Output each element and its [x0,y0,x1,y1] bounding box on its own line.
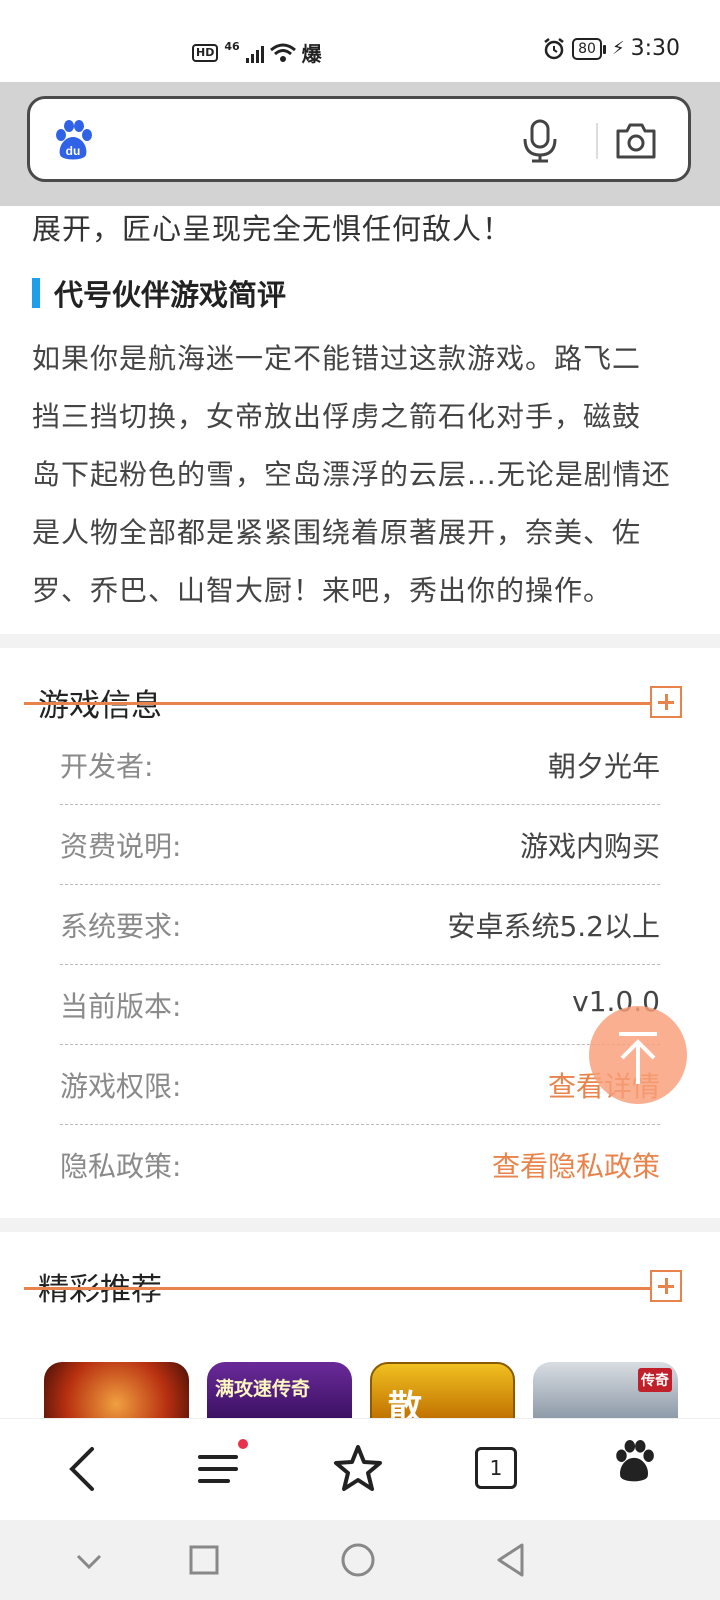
section-separator [0,1218,720,1232]
system-nav-bar [0,1520,720,1600]
info-row-permissions: 游戏权限: 查看详情 [60,1045,660,1125]
review-heading: 代号伙伴游戏简评 [32,272,286,314]
recommend-game-label: 满攻速传奇 [215,1378,311,1400]
alarm-icon [544,37,564,59]
svg-text:du: du [66,144,81,158]
review-text: 如果你是航海迷一定不能错过这款游戏。路飞二 挡三挡切换，女帝放出俘虏之箭石化对手… [32,330,692,620]
status-extra-icon: 爆 [301,42,322,66]
charging-icon: ⚡ [611,38,625,59]
title-line [24,1287,652,1290]
info-label: 系统要求: [60,910,182,943]
recommend-game-icon[interactable]: 散 [370,1362,515,1422]
search-bar[interactable]: du [27,96,691,182]
review-line: 岛下起粉色的雪，空岛漂浮的云层...无论是剧情还 [32,458,671,491]
camera-icon[interactable] [614,121,658,161]
recommend-game-icon[interactable] [44,1362,189,1422]
baidu-paw-icon[interactable]: du [52,119,94,163]
info-label: 开发者: [60,750,154,783]
privacy-policy-link[interactable]: 查看隐私政策 [492,1145,660,1185]
title-line [24,702,652,705]
baidu-home-button[interactable] [612,1439,672,1499]
info-label: 当前版本: [60,990,182,1023]
expand-plus-icon[interactable] [650,686,682,718]
review-line: 罗、乔巴、山智大厨！来吧，秀出你的操作。 [32,574,613,607]
info-row-version: 当前版本: v1.0.0 [60,965,660,1045]
heading-accent-bar [32,278,40,308]
tabs-icon: 1 [475,1447,517,1489]
back-to-top-button[interactable] [589,1006,687,1104]
review-line: 如果你是航海迷一定不能错过这款游戏。路飞二 [32,342,642,375]
battery-icon: 80 [572,37,606,60]
hd-badge: HD [192,43,219,62]
notification-dot [238,1439,248,1449]
signal-icon [245,43,264,63]
info-label: 游戏权限: [60,1070,182,1103]
section-separator [0,634,720,648]
status-bar: HD 46 爆 80 ⚡ 3:30 [0,0,720,82]
info-value: 安卓系统5.2以上 [447,910,660,943]
review-heading-text: 代号伙伴游戏简评 [54,278,287,312]
article-text: 展开，匠心呈现完全无惧任何敌人！ [32,212,513,246]
wifi-icon [269,43,296,62]
search-header: du [0,82,720,206]
review-line: 挡三挡切换，女帝放出俘虏之箭石化对手，磁鼓 [32,400,642,433]
info-row-developer: 开发者: 朝夕光年 [60,725,660,805]
tabs-button[interactable]: 1 [475,1439,535,1499]
info-label: 隐私政策: [60,1150,182,1183]
favorites-button[interactable] [328,1439,388,1499]
review-line: 是人物全部都是紧紧围绕着原著展开，奈美、佐 [32,516,642,549]
info-row-privacy: 隐私政策: 查看隐私政策 [60,1125,660,1205]
info-label: 资费说明: [60,830,182,863]
browser-bottom-nav: 1 [0,1418,720,1521]
clock: 3:30 [630,36,680,61]
info-value: 朝夕光年 [547,750,660,783]
back-triangle-icon[interactable] [494,1542,528,1578]
divider [596,123,598,159]
chevron-down-icon[interactable] [74,1546,104,1576]
info-value: 游戏内购买 [519,830,660,863]
baidu-paw-icon [616,1440,654,1482]
back-arrow-icon [69,1447,94,1491]
home-icon[interactable] [340,1542,376,1578]
back-button[interactable] [54,1439,114,1499]
recommend-game-label: 散 [388,1388,422,1422]
expand-plus-icon[interactable] [650,1270,682,1302]
arrow-up-icon [619,1032,657,1084]
status-icons-center: HD 46 爆 [192,38,322,67]
recommend-game-icon[interactable]: 满攻速传奇 [207,1362,352,1422]
info-row-system: 系统要求: 安卓系统5.2以上 [60,885,660,965]
star-icon [334,1445,382,1491]
microphone-icon[interactable] [520,119,560,163]
status-icons-right: 80 ⚡ 3:30 [542,36,680,61]
network-type: 46 [224,40,240,53]
recommend-game-icon[interactable]: 传奇 [533,1362,678,1422]
recent-apps-icon[interactable] [188,1544,220,1576]
recommend-game-label: 传奇 [638,1368,672,1392]
recommend-list: 满攻速传奇 散 传奇 [44,1362,678,1422]
info-row-pricing: 资费说明: 游戏内购买 [60,805,660,885]
